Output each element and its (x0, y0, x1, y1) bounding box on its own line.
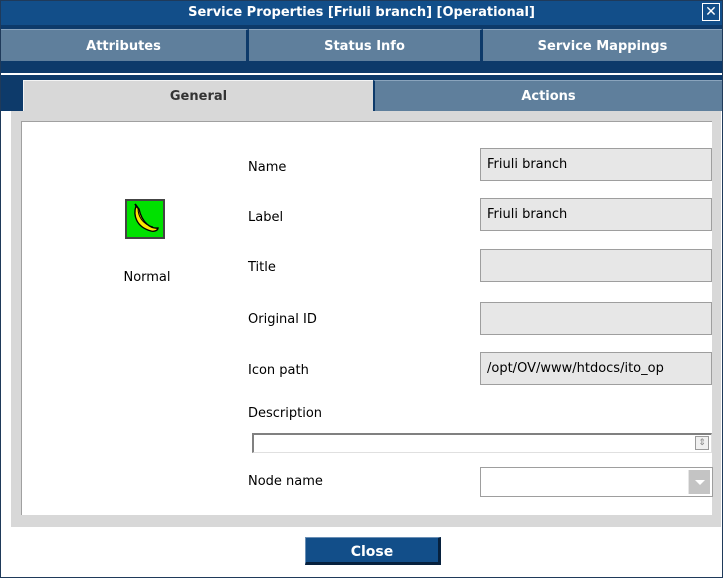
general-panel: Normal Name Friuli branch Label Friuli b… (21, 121, 713, 515)
tab-row-secondary: General Actions (1, 75, 722, 111)
tab-attributes[interactable]: Attributes (1, 29, 249, 61)
tab-label: Status Info (324, 39, 405, 54)
label-field[interactable]: Friuli branch (480, 198, 712, 231)
name-label: Name (248, 160, 287, 175)
icon-path-field[interactable]: /opt/OV/www/htdocs/ito_op (480, 352, 712, 385)
original-id-label: Original ID (248, 312, 317, 327)
spinner-icon[interactable]: ⇕ (695, 436, 709, 450)
tab-label: General (169, 89, 228, 104)
chevron-down-icon[interactable] (688, 470, 710, 494)
tab-actions[interactable]: Actions (373, 80, 722, 111)
name-field[interactable]: Friuli branch (480, 148, 712, 181)
tab-label: Service Mappings (537, 39, 668, 54)
tab-general[interactable]: General (23, 80, 373, 111)
label-label: Label (248, 210, 284, 225)
dialog-title: Service Properties [Friuli branch] [Oper… (188, 5, 535, 20)
close-icon[interactable]: ✕ (702, 3, 720, 21)
tab-label: Attributes (86, 39, 161, 54)
tab-status-info[interactable]: Status Info (249, 29, 483, 61)
description-field[interactable]: ⇕ (252, 433, 712, 453)
title-label: Title (248, 260, 276, 275)
general-tab-frame: Normal Name Friuli branch Label Friuli b… (11, 111, 721, 527)
service-properties-dialog: Service Properties [Friuli branch] [Oper… (0, 0, 723, 578)
node-name-select[interactable] (480, 467, 713, 497)
close-button[interactable]: Close (305, 537, 441, 565)
banana-icon (125, 199, 165, 239)
tab-label: Actions (521, 89, 576, 104)
original-id-field[interactable] (480, 302, 712, 335)
node-name-label: Node name (248, 474, 323, 489)
description-label: Description (248, 406, 323, 421)
icon-path-label: Icon path (248, 363, 309, 378)
title-field[interactable] (480, 249, 712, 282)
status-label: Normal (123, 270, 171, 285)
tab-row-primary: Attributes Status Info Service Mappings (1, 25, 722, 73)
tab-service-mappings[interactable]: Service Mappings (483, 29, 722, 61)
title-bar: Service Properties [Friuli branch] [Oper… (1, 1, 722, 25)
